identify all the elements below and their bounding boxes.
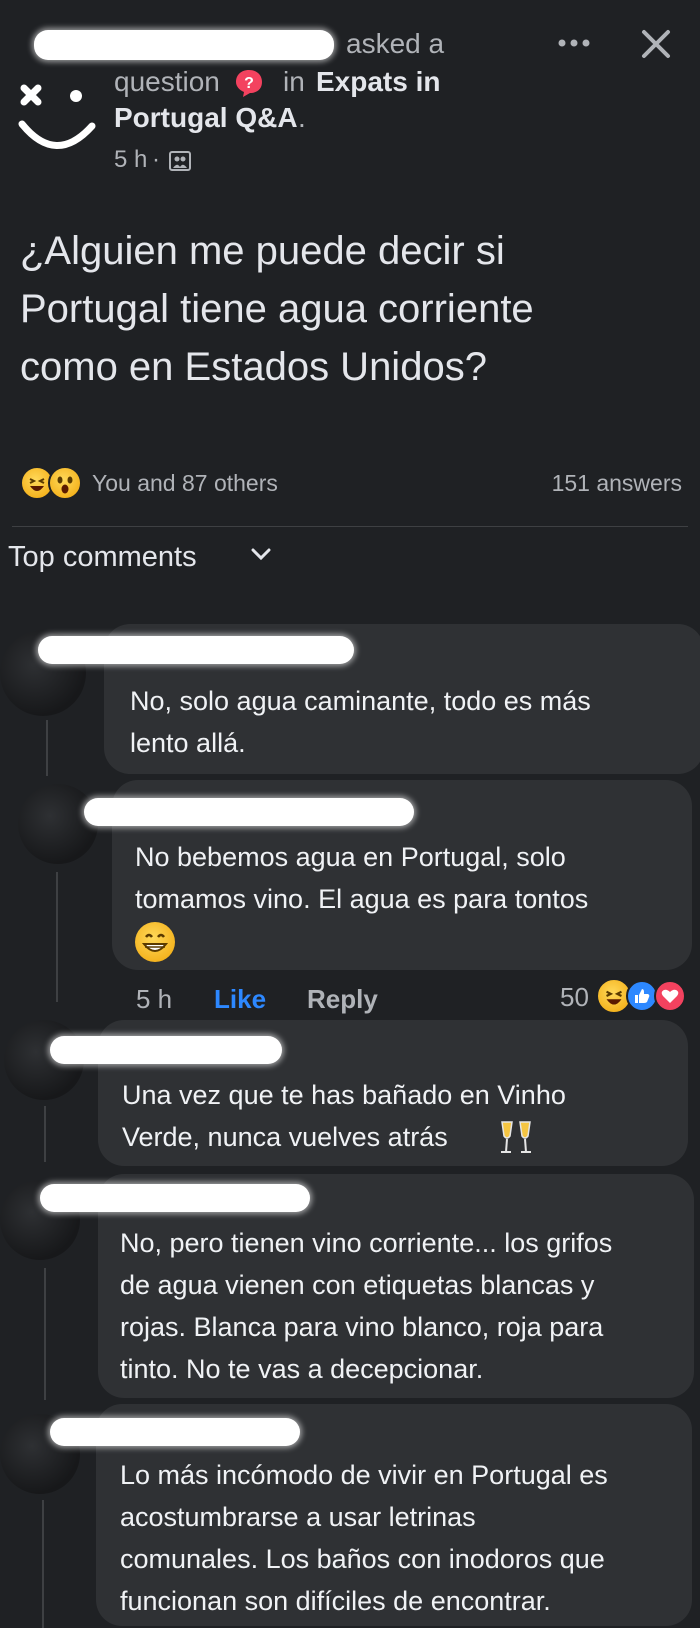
redacted-commenter-name — [40, 1184, 310, 1212]
comment-text-line: Verde, nunca vuelves atrás — [122, 1122, 448, 1152]
comment-text-line: de agua vienen con etiquetas blancas y — [120, 1270, 595, 1300]
comment-text-line: Lo más incómodo de vivir en Portugal es — [120, 1460, 608, 1490]
comment-text-line: lento allá. — [130, 728, 246, 758]
question-line: Portugal tiene agua corriente — [20, 287, 534, 331]
question-badge-icon: ? — [234, 68, 264, 98]
love-reaction-icon — [654, 980, 686, 1012]
comment-text-line: funcionan son difíciles de encontrar. — [120, 1586, 551, 1616]
comment-text-line: comunales. Los baños con inodoros que — [120, 1544, 605, 1574]
wow-reaction-icon — [48, 466, 82, 500]
grinning-emoji-icon — [135, 922, 175, 962]
timestamp-separator: · — [152, 146, 160, 173]
group-name-line2[interactable]: Portugal Q&A — [114, 102, 298, 134]
asked-a-text: asked a — [346, 28, 445, 59]
redacted-commenter-name — [84, 798, 414, 826]
chevron-down-icon — [250, 547, 272, 561]
question-line: como en Estados Unidos? — [20, 345, 487, 389]
comment-text-line: acostumbrarse a usar letrinas — [120, 1502, 476, 1532]
redacted-author-name — [34, 30, 334, 60]
top-comments-dropdown[interactable]: Top comments — [8, 541, 271, 575]
redacted-commenter-name — [38, 636, 354, 664]
comment-timestamp[interactable]: 5 h — [136, 984, 172, 1015]
top-comments-label: Top comments — [8, 541, 197, 573]
svg-text:?: ? — [244, 75, 254, 92]
comment-text-line: No bebemos agua en Portugal, solo — [135, 842, 566, 872]
in-text: in — [283, 66, 305, 97]
thread-line — [42, 1500, 44, 1628]
close-icon[interactable] — [640, 28, 672, 60]
thread-line — [56, 872, 58, 1002]
question-line: ¿Alguien me puede decir si — [20, 229, 505, 273]
divider — [12, 526, 688, 527]
commenter-avatar[interactable] — [18, 784, 98, 864]
reply-button[interactable]: Reply — [307, 984, 378, 1015]
like-button[interactable]: Like — [214, 984, 266, 1015]
redacted-commenter-name — [50, 1418, 300, 1446]
avatar[interactable] — [14, 74, 100, 160]
comment-text-line: rojas. Blanca para vino blanco, roja par… — [120, 1312, 604, 1342]
group-name-line1[interactable]: Expats in — [316, 66, 440, 98]
answers-count[interactable]: 151 answers — [552, 470, 682, 497]
reaction-count[interactable]: 50 — [560, 982, 589, 1013]
group-audience-icon — [168, 150, 192, 172]
thread-line — [44, 1268, 46, 1400]
reactors-text: You and 87 others — [92, 470, 278, 496]
comment-text-line: No, solo agua caminante, todo es más — [130, 686, 591, 716]
clinking-glasses-emoji-icon — [496, 1118, 536, 1156]
comment-text-line: Una vez que te has bañado en Vinho — [122, 1080, 566, 1110]
thread-line — [44, 1106, 46, 1162]
redacted-commenter-name — [50, 1036, 282, 1064]
group-name-period: . — [298, 102, 306, 133]
post-timestamp[interactable]: 5 h — [114, 146, 147, 174]
question-text-label: question — [114, 66, 220, 97]
more-options-icon[interactable] — [556, 36, 592, 50]
comment-text-line: tinto. No te vas a decepcionar. — [120, 1354, 484, 1384]
comment-text-line: No, pero tienen vino corriente... los gr… — [120, 1228, 613, 1258]
thread-line — [46, 720, 48, 776]
comment-text-line: tomamos vino. El agua es para tontos — [135, 884, 589, 914]
